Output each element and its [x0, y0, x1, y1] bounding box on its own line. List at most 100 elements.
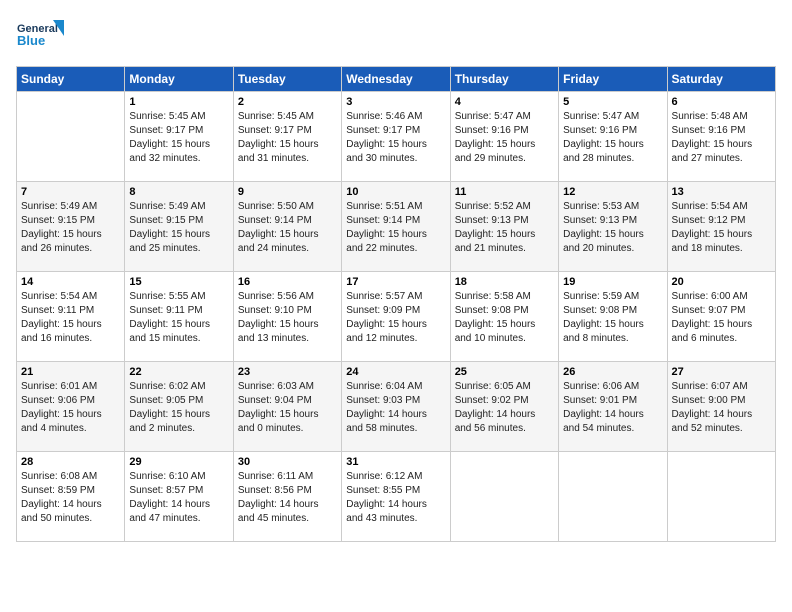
day-info: Sunrise: 6:04 AMSunset: 9:03 PMDaylight:… — [346, 380, 445, 436]
day-number: 6 — [672, 96, 771, 108]
calendar-cell: 12 Sunrise: 5:53 AMSunset: 9:13 PMDayligh… — [559, 182, 667, 272]
calendar-cell — [667, 452, 775, 542]
day-number: 27 — [672, 366, 771, 378]
calendar-cell: 2 Sunrise: 5:45 AMSunset: 9:17 PMDaylight… — [233, 92, 341, 182]
calendar-cell: 10 Sunrise: 5:51 AMSunset: 9:14 PMDayligh… — [342, 182, 450, 272]
calendar-cell: 29 Sunrise: 6:10 AMSunset: 8:57 PMDayligh… — [125, 452, 233, 542]
column-header-saturday: Saturday — [667, 67, 775, 92]
day-number: 29 — [129, 456, 228, 468]
day-number: 16 — [238, 276, 337, 288]
calendar-cell: 27 Sunrise: 6:07 AMSunset: 9:00 PMDayligh… — [667, 362, 775, 452]
day-number: 7 — [21, 186, 120, 198]
day-number: 21 — [21, 366, 120, 378]
day-info: Sunrise: 6:12 AMSunset: 8:55 PMDaylight:… — [346, 470, 445, 526]
day-number: 10 — [346, 186, 445, 198]
calendar-table: SundayMondayTuesdayWednesdayThursdayFrid… — [16, 66, 776, 542]
week-row-5: 28 Sunrise: 6:08 AMSunset: 8:59 PMDayligh… — [17, 452, 776, 542]
logo: General Blue — [16, 16, 66, 58]
day-info: Sunrise: 6:00 AMSunset: 9:07 PMDaylight:… — [672, 290, 771, 346]
day-info: Sunrise: 5:56 AMSunset: 9:10 PMDaylight:… — [238, 290, 337, 346]
svg-text:Blue: Blue — [17, 33, 45, 48]
day-number: 19 — [563, 276, 662, 288]
day-number: 2 — [238, 96, 337, 108]
day-info: Sunrise: 6:07 AMSunset: 9:00 PMDaylight:… — [672, 380, 771, 436]
day-number: 20 — [672, 276, 771, 288]
day-number: 4 — [455, 96, 554, 108]
day-number: 1 — [129, 96, 228, 108]
day-info: Sunrise: 5:48 AMSunset: 9:16 PMDaylight:… — [672, 110, 771, 166]
day-info: Sunrise: 6:03 AMSunset: 9:04 PMDaylight:… — [238, 380, 337, 436]
calendar-cell — [559, 452, 667, 542]
day-number: 22 — [129, 366, 228, 378]
calendar-cell: 8Sunrise: 5:49 AMSunset: 9:15 PMDaylight… — [125, 182, 233, 272]
calendar-cell: 22Sunrise: 6:02 AMSunset: 9:05 PMDayligh… — [125, 362, 233, 452]
calendar-cell: 18 Sunrise: 5:58 AMSunset: 9:08 PMDayligh… — [450, 272, 558, 362]
day-info: Sunrise: 6:05 AMSunset: 9:02 PMDaylight:… — [455, 380, 554, 436]
day-info: Sunrise: 5:45 AMSunset: 9:17 PMDaylight:… — [129, 110, 228, 166]
column-header-tuesday: Tuesday — [233, 67, 341, 92]
calendar-cell: 13Sunrise: 5:54 AMSunset: 9:12 PMDayligh… — [667, 182, 775, 272]
calendar-cell: 31 Sunrise: 6:12 AMSunset: 8:55 PMDayligh… — [342, 452, 450, 542]
calendar-cell: 1 Sunrise: 5:45 AMSunset: 9:17 PMDaylight… — [125, 92, 233, 182]
day-number: 8 — [129, 186, 228, 198]
day-number: 3 — [346, 96, 445, 108]
calendar-cell: 28 Sunrise: 6:08 AMSunset: 8:59 PMDayligh… — [17, 452, 125, 542]
day-info: Sunrise: 6:01 AMSunset: 9:06 PMDaylight:… — [21, 380, 120, 436]
week-row-1: 1 Sunrise: 5:45 AMSunset: 9:17 PMDaylight… — [17, 92, 776, 182]
day-number: 25 — [455, 366, 554, 378]
day-number: 28 — [21, 456, 120, 468]
day-info: Sunrise: 6:06 AMSunset: 9:01 PMDaylight:… — [563, 380, 662, 436]
day-info: Sunrise: 6:11 AMSunset: 8:56 PMDaylight:… — [238, 470, 337, 526]
calendar-cell: 24Sunrise: 6:04 AMSunset: 9:03 PMDayligh… — [342, 362, 450, 452]
day-number: 31 — [346, 456, 445, 468]
day-info: Sunrise: 6:10 AMSunset: 8:57 PMDaylight:… — [129, 470, 228, 526]
week-row-4: 21 Sunrise: 6:01 AMSunset: 9:06 PMDayligh… — [17, 362, 776, 452]
day-number: 18 — [455, 276, 554, 288]
day-number: 14 — [21, 276, 120, 288]
day-number: 11 — [455, 186, 554, 198]
calendar-cell: 26 Sunrise: 6:06 AMSunset: 9:01 PMDayligh… — [559, 362, 667, 452]
calendar-cell: 17 Sunrise: 5:57 AMSunset: 9:09 PMDayligh… — [342, 272, 450, 362]
calendar-cell: 15Sunrise: 5:55 AMSunset: 9:11 PMDayligh… — [125, 272, 233, 362]
day-info: Sunrise: 5:55 AMSunset: 9:11 PMDaylight:… — [129, 290, 228, 346]
calendar-cell: 4 Sunrise: 5:47 AMSunset: 9:16 PMDaylight… — [450, 92, 558, 182]
day-info: Sunrise: 5:45 AMSunset: 9:17 PMDaylight:… — [238, 110, 337, 166]
week-row-3: 14Sunrise: 5:54 AMSunset: 9:11 PMDayligh… — [17, 272, 776, 362]
calendar-cell — [450, 452, 558, 542]
column-header-sunday: Sunday — [17, 67, 125, 92]
day-number: 9 — [238, 186, 337, 198]
logo-icon: General Blue — [16, 16, 66, 58]
week-row-2: 7 Sunrise: 5:49 AMSunset: 9:15 PMDaylight… — [17, 182, 776, 272]
calendar-cell: 6 Sunrise: 5:48 AMSunset: 9:16 PMDaylight… — [667, 92, 775, 182]
calendar-cell: 3 Sunrise: 5:46 AMSunset: 9:17 PMDaylight… — [342, 92, 450, 182]
column-header-thursday: Thursday — [450, 67, 558, 92]
day-info: Sunrise: 5:54 AMSunset: 9:12 PMDaylight:… — [672, 200, 771, 256]
calendar-cell: 20 Sunrise: 6:00 AMSunset: 9:07 PMDayligh… — [667, 272, 775, 362]
day-info: Sunrise: 5:47 AMSunset: 9:16 PMDaylight:… — [563, 110, 662, 166]
calendar-cell: 16 Sunrise: 5:56 AMSunset: 9:10 PMDayligh… — [233, 272, 341, 362]
day-number: 26 — [563, 366, 662, 378]
day-number: 12 — [563, 186, 662, 198]
calendar-cell: 7 Sunrise: 5:49 AMSunset: 9:15 PMDaylight… — [17, 182, 125, 272]
column-header-friday: Friday — [559, 67, 667, 92]
day-info: Sunrise: 5:51 AMSunset: 9:14 PMDaylight:… — [346, 200, 445, 256]
calendar-cell: 30 Sunrise: 6:11 AMSunset: 8:56 PMDayligh… — [233, 452, 341, 542]
day-number: 17 — [346, 276, 445, 288]
day-number: 30 — [238, 456, 337, 468]
day-info: Sunrise: 5:52 AMSunset: 9:13 PMDaylight:… — [455, 200, 554, 256]
calendar-cell: 21 Sunrise: 6:01 AMSunset: 9:06 PMDayligh… — [17, 362, 125, 452]
day-info: Sunrise: 6:08 AMSunset: 8:59 PMDaylight:… — [21, 470, 120, 526]
day-info: Sunrise: 5:53 AMSunset: 9:13 PMDaylight:… — [563, 200, 662, 256]
day-info: Sunrise: 5:50 AMSunset: 9:14 PMDaylight:… — [238, 200, 337, 256]
day-info: Sunrise: 5:46 AMSunset: 9:17 PMDaylight:… — [346, 110, 445, 166]
day-info: Sunrise: 5:58 AMSunset: 9:08 PMDaylight:… — [455, 290, 554, 346]
calendar-cell: 9 Sunrise: 5:50 AMSunset: 9:14 PMDaylight… — [233, 182, 341, 272]
day-info: Sunrise: 5:59 AMSunset: 9:08 PMDaylight:… — [563, 290, 662, 346]
column-header-wednesday: Wednesday — [342, 67, 450, 92]
page-header: General Blue — [16, 16, 776, 58]
day-info: Sunrise: 5:49 AMSunset: 9:15 PMDaylight:… — [21, 200, 120, 256]
calendar-cell — [17, 92, 125, 182]
header-row: SundayMondayTuesdayWednesdayThursdayFrid… — [17, 67, 776, 92]
day-info: Sunrise: 5:47 AMSunset: 9:16 PMDaylight:… — [455, 110, 554, 166]
day-info: Sunrise: 5:57 AMSunset: 9:09 PMDaylight:… — [346, 290, 445, 346]
